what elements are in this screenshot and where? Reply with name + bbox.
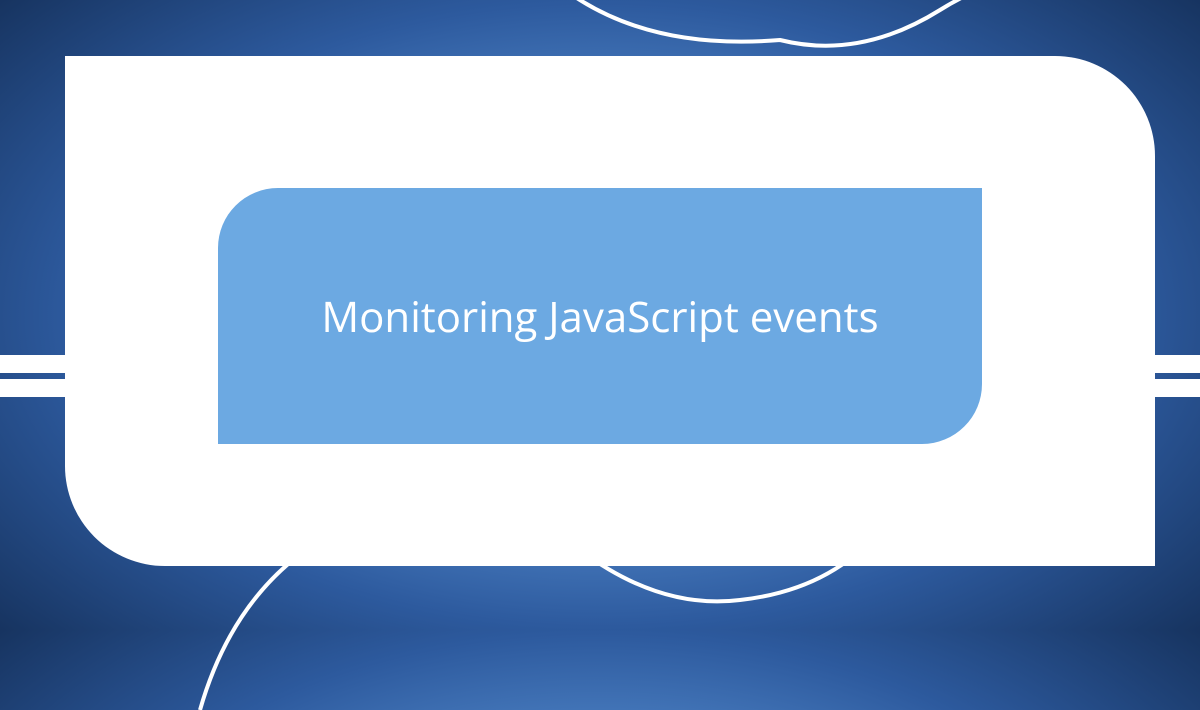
inner-blue-card: Monitoring JavaScript events	[218, 188, 982, 444]
banner-title: Monitoring JavaScript events	[321, 288, 878, 345]
banner-container: Monitoring JavaScript events	[0, 0, 1200, 630]
